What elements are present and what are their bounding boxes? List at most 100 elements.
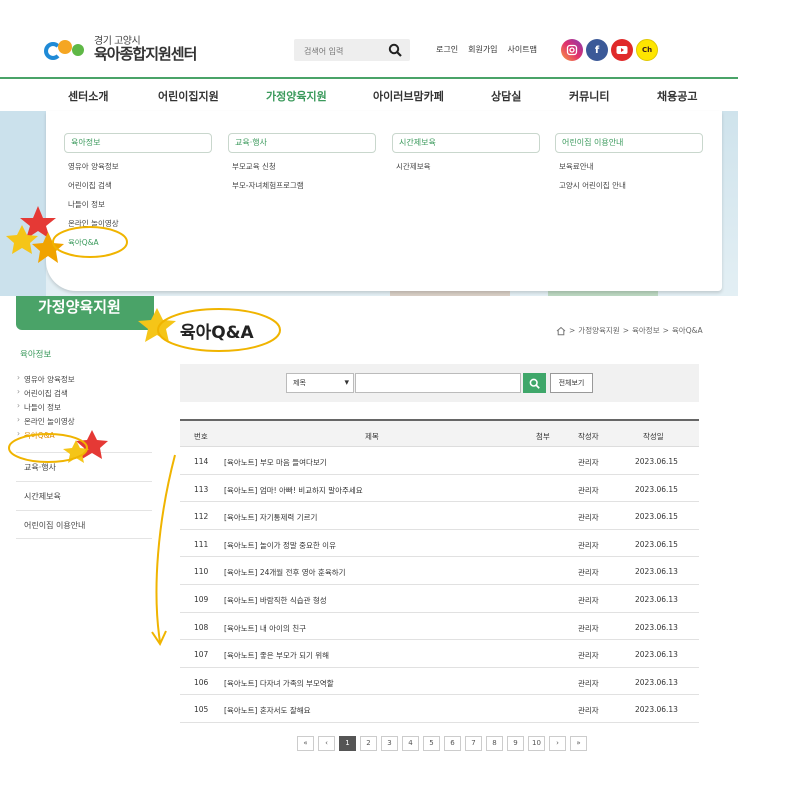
prev-page-button[interactable]: ‹ xyxy=(318,736,335,751)
kakao-channel-icon[interactable]: Ch xyxy=(636,39,658,61)
join-link[interactable]: 회원가입 xyxy=(468,44,497,55)
table-row[interactable]: 107 [육아노트] 좋은 부모가 되기 위해 관리자 2023.06.13 xyxy=(180,640,699,668)
row-title-link[interactable]: [육아노트] 바람직한 식습관 형성 xyxy=(224,595,327,606)
mega-item[interactable]: 영유아 양육정보 xyxy=(64,161,212,172)
mega-title[interactable]: 어린이집 이용안내 xyxy=(555,133,703,153)
row-title-link[interactable]: [육아노트] 다자녀 가족의 부모역할 xyxy=(224,678,334,689)
table-row[interactable]: 106 [육아노트] 다자녀 가족의 부모역할 관리자 2023.06.13 xyxy=(180,668,699,696)
row-number: 110 xyxy=(194,567,209,577)
lnb-item-education[interactable]: 교육·행사 xyxy=(16,452,152,481)
breadcrumb-item[interactable]: 가정양육지원 xyxy=(578,325,619,336)
mega-title[interactable]: 시간제보육 xyxy=(392,133,540,153)
page-button[interactable]: 3 xyxy=(381,736,398,751)
page-button[interactable]: 1 xyxy=(339,736,356,751)
row-number: 106 xyxy=(194,677,209,687)
gnb-item-jobs[interactable]: 채용공고 xyxy=(657,88,697,104)
last-page-button[interactable]: » xyxy=(570,736,587,751)
lnb-sub-item[interactable]: 온라인 놀이영상 xyxy=(16,415,152,430)
board-header: 번호 제목 첨부 작성자 작성일 xyxy=(180,419,699,447)
row-number: 105 xyxy=(194,705,209,715)
breadcrumb-item[interactable]: 육아Q&A xyxy=(672,325,703,336)
gnb-item-community[interactable]: 커뮤니티 xyxy=(569,88,609,104)
lnb-item-hourly-care[interactable]: 시간제보육 xyxy=(16,481,152,510)
sns-links: f Ch xyxy=(561,39,658,61)
instagram-icon[interactable] xyxy=(561,39,583,61)
utility-links: 로그인 회원가입 사이트맵 xyxy=(436,44,537,55)
facebook-icon[interactable]: f xyxy=(586,39,608,61)
gnb-item-cafe[interactable]: 아이러브맘카페 xyxy=(373,88,444,104)
search-icon[interactable] xyxy=(388,43,402,57)
board-search: 제목 전체보기 xyxy=(180,364,699,402)
gnb-item-daycare[interactable]: 어린이집지원 xyxy=(158,88,219,104)
page-button[interactable]: 9 xyxy=(507,736,524,751)
mega-item[interactable]: 시간제보육 xyxy=(392,161,540,172)
mega-item[interactable]: 보육료안내 xyxy=(555,161,703,172)
header-search-input[interactable] xyxy=(294,40,378,63)
mega-item[interactable]: 온라인 놀이영상 xyxy=(64,218,212,229)
row-title-link[interactable]: [육아노트] 엄마! 아빠! 비교하지 말아주세요 xyxy=(224,485,363,496)
lnb-item-daycare-guide[interactable]: 어린이집 이용안내 xyxy=(16,510,152,539)
page-button[interactable]: 6 xyxy=(444,736,461,751)
mega-item[interactable]: 나들이 정보 xyxy=(64,199,212,210)
search-submit-button[interactable] xyxy=(523,373,546,393)
site-logo[interactable]: 경기 고양시 육아종합지원센터 xyxy=(44,36,197,64)
table-row[interactable]: 105 [육아노트] 혼자서도 잘해요 관리자 2023.06.13 xyxy=(180,695,699,723)
table-row[interactable]: 110 [육아노트] 24개월 전후 영아 훈육하기 관리자 2023.06.13 xyxy=(180,557,699,585)
row-title-link[interactable]: [육아노트] 내 아이의 친구 xyxy=(224,623,306,634)
row-title-link[interactable]: [육아노트] 좋은 부모가 되기 위해 xyxy=(224,650,329,661)
mega-item[interactable]: 어린이집 검색 xyxy=(64,180,212,191)
home-icon[interactable] xyxy=(556,326,566,336)
row-title-link[interactable]: [육아노트] 부모 마음 들여다보기 xyxy=(224,457,327,468)
breadcrumb: > 가정양육지원 > 육아정보 > 육아Q&A xyxy=(556,325,703,336)
lnb-sub-item[interactable]: 나들이 정보 xyxy=(16,401,152,416)
mega-item-qna[interactable]: 육아Q&A xyxy=(64,237,212,248)
search-field-select[interactable]: 제목 xyxy=(286,373,354,393)
search-keyword-input[interactable] xyxy=(355,373,521,393)
gnb-item-home-care[interactable]: 가정양육지원 xyxy=(266,88,327,104)
row-title-link[interactable]: [육아노트] 자기통제력 기르기 xyxy=(224,512,317,523)
lnb-sub-item[interactable]: 영유아 양육정보 xyxy=(16,373,152,388)
page-button[interactable]: 7 xyxy=(465,736,482,751)
mega-col-guide: 어린이집 이용안내 보육료안내 고양시 어린이집 안내 xyxy=(555,133,703,191)
page-button[interactable]: 2 xyxy=(360,736,377,751)
row-writer: 관리자 xyxy=(578,706,599,716)
mega-col-education: 교육·행사 부모교육 신청 부모-자녀체험프로그램 xyxy=(228,133,376,191)
table-row[interactable]: 108 [육아노트] 내 아이의 친구 관리자 2023.06.13 xyxy=(180,613,699,641)
view-all-button[interactable]: 전체보기 xyxy=(550,373,593,393)
row-title-link[interactable]: [육아노트] 혼자서도 잘해요 xyxy=(224,705,311,716)
table-row[interactable]: 111 [육아노트] 놀이가 정말 중요한 이유 관리자 2023.06.15 xyxy=(180,530,699,558)
lnb-sub-item[interactable]: 어린이집 검색 xyxy=(16,387,152,402)
login-link[interactable]: 로그인 xyxy=(436,44,458,55)
breadcrumb-separator: > xyxy=(569,326,576,335)
lnb-sub-item-qna[interactable]: 육아Q&A xyxy=(16,429,152,444)
page-button[interactable]: 4 xyxy=(402,736,419,751)
mega-title[interactable]: 육아정보 xyxy=(64,133,212,153)
page-button[interactable]: 8 xyxy=(486,736,503,751)
lnb-head[interactable]: 육아정보 xyxy=(16,346,152,362)
table-row[interactable]: 109 [육아노트] 바람직한 식습관 형성 관리자 2023.06.13 xyxy=(180,585,699,613)
page-button[interactable]: 10 xyxy=(528,736,545,751)
gnb-item-counseling[interactable]: 상담실 xyxy=(491,88,521,104)
col-writer: 작성자 xyxy=(578,432,599,441)
sitemap-link[interactable]: 사이트맵 xyxy=(508,44,537,55)
row-title-link[interactable]: [육아노트] 24개월 전후 영아 훈육하기 xyxy=(224,567,346,578)
table-row[interactable]: 114 [육아노트] 부모 마음 들여다보기 관리자 2023.06.15 xyxy=(180,447,699,475)
page-button[interactable]: 5 xyxy=(423,736,440,751)
mega-item[interactable]: 고양시 어린이집 안내 xyxy=(555,180,703,191)
row-number: 113 xyxy=(194,484,209,494)
row-title-link[interactable]: [육아노트] 놀이가 정말 중요한 이유 xyxy=(224,540,336,551)
mega-title[interactable]: 교육·행사 xyxy=(228,133,376,153)
mega-item[interactable]: 부모-자녀체험프로그램 xyxy=(228,180,376,191)
table-row[interactable]: 112 [육아노트] 자기통제력 기르기 관리자 2023.06.15 xyxy=(180,502,699,530)
mega-item[interactable]: 부모교육 신청 xyxy=(228,161,376,172)
board-table: 번호 제목 첨부 작성자 작성일 114 [육아노트] 부모 마음 들여다보기 관리… xyxy=(180,419,699,723)
youtube-icon[interactable] xyxy=(611,39,633,61)
breadcrumb-item[interactable]: 육아정보 xyxy=(632,325,660,336)
table-row[interactable]: 113 [육아노트] 엄마! 아빠! 비교하지 말아주세요 관리자 2023.06.1… xyxy=(180,475,699,503)
next-page-button[interactable]: › xyxy=(549,736,566,751)
first-page-button[interactable]: « xyxy=(297,736,314,751)
row-writer: 관리자 xyxy=(578,678,599,688)
row-number: 112 xyxy=(194,512,209,522)
gnb-item-about[interactable]: 센터소개 xyxy=(68,88,108,104)
header-search xyxy=(294,39,410,63)
